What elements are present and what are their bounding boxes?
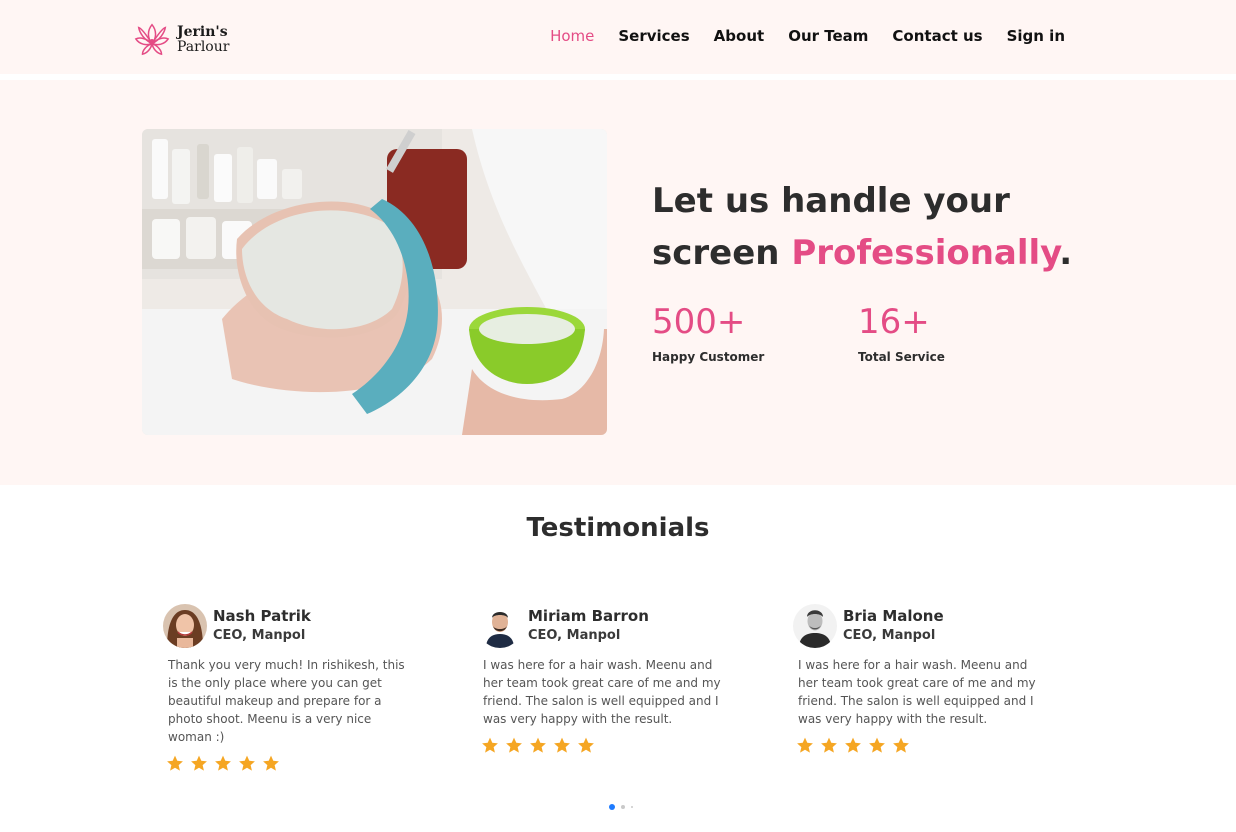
nav-home[interactable]: Home xyxy=(550,27,594,45)
stat-total-service: 16+ Total Service xyxy=(858,300,945,364)
star-icon xyxy=(819,736,839,755)
main-nav: Home Services About Our Team Contact us … xyxy=(526,27,1065,45)
testimonial-quote: I was here for a hair wash. Meenu and he… xyxy=(483,658,721,726)
stat-label: Happy Customer xyxy=(652,350,765,364)
site-header: Jerin's Parlour Home Services About Our … xyxy=(0,0,1236,74)
testimonial-header: Miriam Barron CEO, Manpol xyxy=(478,604,738,648)
star-icon xyxy=(843,736,863,755)
hero-headline: Let us handle your screen Professionally… xyxy=(652,175,1122,279)
stat-label: Total Service xyxy=(858,350,945,364)
testimonial-header: Nash Patrik CEO, Manpol xyxy=(163,604,423,648)
nav-about[interactable]: About xyxy=(714,27,765,45)
rating-stars xyxy=(795,736,1053,755)
star-icon xyxy=(261,754,281,773)
person-role: CEO, Manpol xyxy=(843,628,936,643)
brand-logo[interactable]: Jerin's Parlour xyxy=(133,19,229,61)
star-icon xyxy=(189,754,209,773)
stat-value: 16+ xyxy=(858,302,930,342)
star-icon xyxy=(576,736,596,755)
testimonial-quote: Thank you very much! In rishikesh, this … xyxy=(168,658,405,744)
person-name: Bria Malone xyxy=(843,607,944,625)
stat-value: 500+ xyxy=(652,302,746,342)
testimonial-names: Nash Patrik CEO, Manpol xyxy=(213,606,311,646)
nav-services[interactable]: Services xyxy=(618,27,689,45)
star-icon xyxy=(528,736,548,755)
brand-line2: Parlour xyxy=(177,39,230,55)
star-icon xyxy=(891,736,911,755)
testimonial-card: Nash Patrik CEO, Manpol Thank you very m… xyxy=(163,604,423,773)
hero-section: Let us handle your screen Professionally… xyxy=(0,80,1236,485)
testimonial-card: Bria Malone CEO, Manpol I was here for a… xyxy=(793,604,1053,755)
nav-sign-in[interactable]: Sign in xyxy=(1007,27,1065,45)
hero-headline-highlight: Professionally xyxy=(791,233,1060,273)
star-icon xyxy=(795,736,815,755)
star-icon xyxy=(237,754,257,773)
star-icon xyxy=(213,754,233,773)
star-icon xyxy=(504,736,524,755)
brand-line1: Jerin's xyxy=(177,24,228,40)
hero-facial-photo xyxy=(142,129,607,435)
testimonial-names: Bria Malone CEO, Manpol xyxy=(843,606,944,646)
lotus-icon xyxy=(133,19,171,61)
person-role: CEO, Manpol xyxy=(528,628,621,643)
testimonial-quote: I was here for a hair wash. Meenu and he… xyxy=(798,658,1036,726)
testimonials-heading: Testimonials xyxy=(526,513,710,543)
avatar xyxy=(793,604,837,648)
carousel-dot-active[interactable] xyxy=(609,804,615,810)
testimonial-names: Miriam Barron CEO, Manpol xyxy=(528,606,649,646)
avatar xyxy=(163,604,207,648)
avatar xyxy=(478,604,522,648)
testimonial-header: Bria Malone CEO, Manpol xyxy=(793,604,1053,648)
stat-happy-customer: 500+ Happy Customer xyxy=(652,300,764,364)
star-icon xyxy=(165,754,185,773)
nav-our-team[interactable]: Our Team xyxy=(788,27,868,45)
star-icon xyxy=(552,736,572,755)
brand-name: Jerin's Parlour xyxy=(177,25,229,55)
person-name: Miriam Barron xyxy=(528,607,649,625)
person-name: Nash Patrik xyxy=(213,607,311,625)
carousel-pagination xyxy=(609,804,639,810)
star-icon xyxy=(480,736,500,755)
hero-headline-period: . xyxy=(1059,233,1073,273)
rating-stars xyxy=(165,754,423,773)
nav-contact-us[interactable]: Contact us xyxy=(892,27,982,45)
carousel-dot[interactable] xyxy=(621,805,625,809)
testimonial-card: Miriam Barron CEO, Manpol I was here for… xyxy=(478,604,738,755)
carousel-dot[interactable] xyxy=(631,806,633,808)
person-role: CEO, Manpol xyxy=(213,628,306,643)
star-icon xyxy=(867,736,887,755)
rating-stars xyxy=(480,736,738,755)
